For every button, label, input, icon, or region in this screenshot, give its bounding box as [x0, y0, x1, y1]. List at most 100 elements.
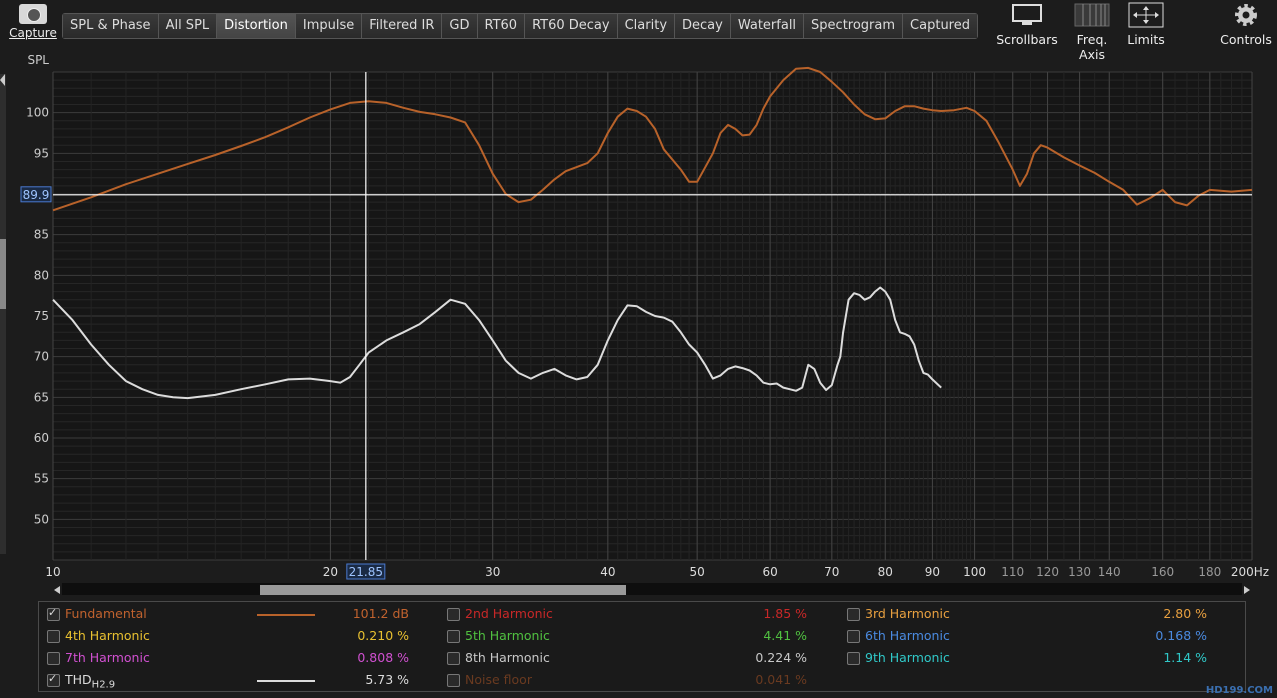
distortion-chart[interactable]: 50 55 60 65 70 75 80 85 90 95 100 SPL 10 20 30 40 50 60 70…: [0, 50, 1277, 597]
h-scrollbar-track: [62, 583, 1242, 597]
legend-label-text: 4th Harmonic: [65, 628, 150, 643]
legend-label-text: 8th Harmonic: [465, 650, 550, 665]
tab-waterfall[interactable]: Waterfall: [730, 14, 805, 38]
legend-value-7th-harmonic: 0.808 %: [357, 650, 409, 665]
checkbox-thd[interactable]: [47, 672, 60, 687]
legend-swatch-fundamental: [257, 614, 315, 616]
checkbox-2nd-harmonic[interactable]: [447, 608, 460, 621]
legend-label-text: 6th Harmonic: [865, 628, 950, 643]
legend-label-9th-harmonic: 9th Harmonic: [865, 650, 950, 666]
y-tick-label: 50: [34, 512, 49, 526]
controls-label: Controls: [1220, 32, 1272, 47]
legend-value-9th-harmonic: 1.14 %: [1163, 650, 1207, 665]
y-tick-label: 55: [34, 472, 49, 486]
checkbox-6th-harmonic[interactable]: [847, 630, 860, 643]
scroll-right-arrow: [1244, 586, 1250, 594]
x-tick-label: 10: [45, 565, 60, 579]
legend-label-5th-harmonic: 5th Harmonic: [465, 628, 550, 644]
tab-clarity[interactable]: Clarity: [617, 14, 676, 38]
x-tick-label: 80: [878, 565, 893, 579]
chart-svg[interactable]: 50 55 60 65 70 75 80 85 90 95 100 SPL 10 20 30 40 50 60 70…: [0, 50, 1277, 597]
y-tick-label: 75: [34, 309, 49, 323]
watermark: HD199.COM: [1205, 685, 1273, 696]
scroll-left-arrow: [54, 586, 60, 594]
x-tick-label: 180: [1198, 565, 1221, 579]
scrollbars-label: Scrollbars: [996, 32, 1058, 47]
controls-button[interactable]: Controls: [1220, 2, 1272, 47]
legend-swatch-thd: [257, 680, 315, 682]
legend-value-fundamental: 101.2 dB: [352, 606, 409, 621]
tab-decay[interactable]: Decay: [675, 14, 731, 38]
x-tick-label: 70: [824, 565, 839, 579]
tab-gd[interactable]: GD: [442, 14, 478, 38]
legend-label-text: 5th Harmonic: [465, 628, 550, 643]
legend-label-2nd-harmonic: 2nd Harmonic: [465, 606, 553, 622]
tab-impulse[interactable]: Impulse: [295, 14, 363, 38]
checkbox-5th-harmonic[interactable]: [447, 630, 460, 643]
scrollbars-button[interactable]: Scrollbars: [996, 2, 1058, 47]
legend-panel: Fundamental 101.2 dB 2nd Harmonic 1.85 % 3rd…: [38, 601, 1246, 692]
tab-all-spl[interactable]: All SPL: [158, 14, 218, 38]
legend-label-6th-harmonic: 6th Harmonic: [865, 628, 950, 644]
checkbox-4th-harmonic[interactable]: [47, 630, 60, 643]
legend-value-2nd-harmonic: 1.85 %: [763, 606, 807, 621]
freq-axis-icon: [1062, 2, 1122, 28]
tab-captured[interactable]: Captured: [903, 14, 977, 38]
y-tick-label: 60: [34, 431, 49, 445]
capture-button[interactable]: Capture: [8, 4, 58, 40]
limits-button[interactable]: Limits: [1124, 2, 1168, 47]
y-axis-label: SPL: [27, 53, 49, 67]
tab-spl-phase[interactable]: SPL & Phase: [63, 14, 159, 38]
legend-label-text: Noise floor: [465, 672, 532, 687]
cursor-y-label: 89.9: [23, 188, 50, 202]
tab-distortion[interactable]: Distortion: [217, 14, 296, 38]
limits-icon: [1124, 2, 1168, 28]
checkbox-9th-harmonic[interactable]: [847, 652, 860, 665]
gear-icon: [1220, 2, 1272, 28]
legend-label-text: 9th Harmonic: [865, 650, 950, 665]
x-tick-label: 50: [690, 565, 705, 579]
checkbox-noise-floor[interactable]: [447, 674, 460, 687]
y-tick-label: 70: [34, 350, 49, 364]
y-tick-label: 85: [34, 228, 49, 242]
legend-value-8th-harmonic: 0.224 %: [755, 650, 807, 665]
checkbox-7th-harmonic[interactable]: [47, 652, 60, 665]
x-tick-label: 90: [925, 565, 940, 579]
h-scrollbar-thumb: [260, 585, 626, 595]
y-tick-label: 95: [34, 146, 49, 160]
legend-value-thd: 5.73 %: [365, 672, 409, 687]
x-tick-label: 20: [323, 565, 338, 579]
tab-spectrogram[interactable]: Spectrogram: [804, 14, 904, 38]
legend-value-4th-harmonic: 0.210 %: [357, 628, 409, 643]
cursor-x-label: 21.85: [349, 565, 383, 579]
legend-label-noise-floor: Noise floor: [465, 672, 532, 688]
x-tick-label: 60: [762, 565, 777, 579]
legend-label-text: THD: [65, 672, 92, 687]
x-tick-label: 200Hz: [1231, 565, 1269, 579]
legend-label-text: 2nd Harmonic: [465, 606, 553, 621]
legend-label-7th-harmonic: 7th Harmonic: [65, 650, 150, 666]
checkbox-3rd-harmonic[interactable]: [847, 608, 860, 621]
view-tabs: SPL & Phase All SPL Distortion Impulse Filte…: [62, 13, 978, 39]
x-tick-label: 100: [963, 565, 986, 579]
legend-label-text: Fundamental: [65, 606, 147, 621]
legend-value-noise-floor: 0.041 %: [755, 672, 807, 687]
legend-value-6th-harmonic: 0.168 %: [1155, 628, 1207, 643]
legend-label-4th-harmonic: 4th Harmonic: [65, 628, 150, 644]
y-tick-label: 80: [34, 268, 49, 282]
x-tick-label: 120: [1036, 565, 1059, 579]
legend-label-8th-harmonic: 8th Harmonic: [465, 650, 550, 666]
x-tick-label: 30: [485, 565, 500, 579]
checkbox-fundamental[interactable]: [47, 606, 60, 621]
checkbox-8th-harmonic[interactable]: [447, 652, 460, 665]
tab-rt60[interactable]: RT60: [477, 14, 526, 38]
tab-rt60-decay[interactable]: RT60 Decay: [525, 14, 618, 38]
y-tick-label: 100: [26, 106, 49, 120]
legend-label-3rd-harmonic: 3rd Harmonic: [865, 606, 950, 622]
legend-label-fundamental: Fundamental: [65, 606, 147, 622]
x-tick-label: 110: [1001, 565, 1024, 579]
x-tick-label: 130: [1068, 565, 1091, 579]
legend-label-text: 7th Harmonic: [65, 650, 150, 665]
tab-filtered-ir[interactable]: Filtered IR: [362, 14, 443, 38]
scroll-up-arrow: [0, 74, 5, 86]
